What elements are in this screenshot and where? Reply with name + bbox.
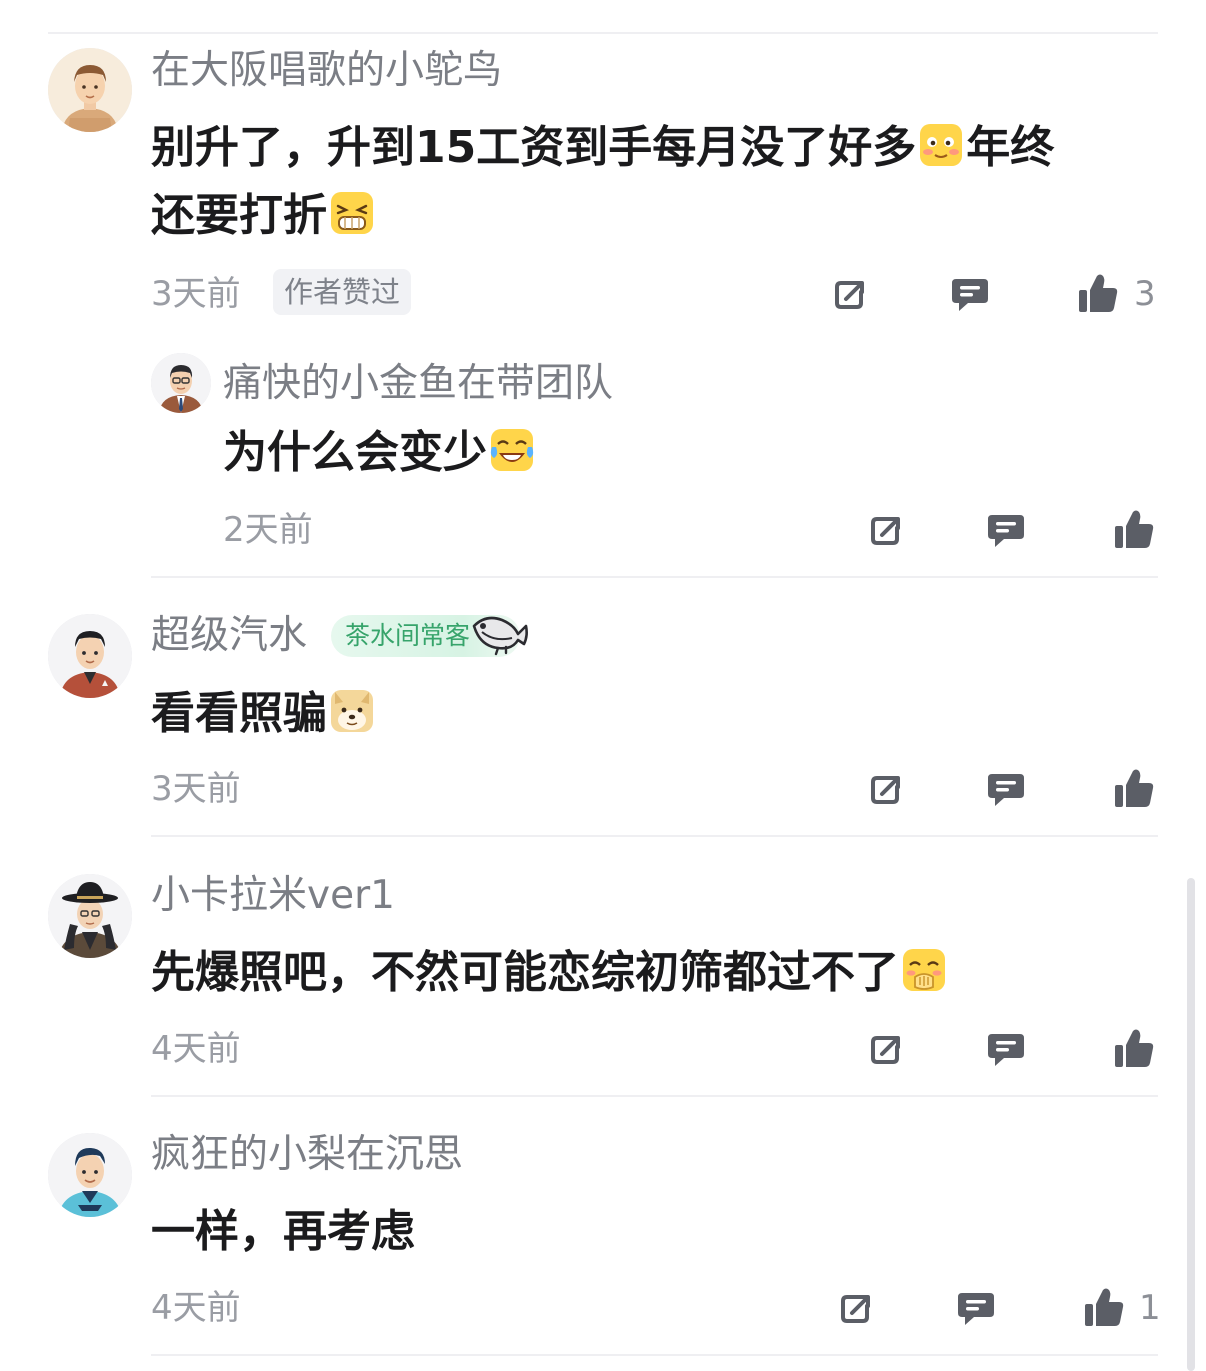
like-button[interactable] — [1082, 1286, 1126, 1330]
comment-time: 3天前 — [151, 274, 241, 314]
reply-button[interactable] — [954, 1286, 998, 1330]
share-button[interactable] — [864, 508, 908, 552]
like-count: 1 — [1139, 1288, 1161, 1328]
like-button[interactable] — [1076, 272, 1120, 316]
comment-text: 一样，再考虑 — [151, 1206, 415, 1257]
comment-text: 看看照骗 — [151, 680, 377, 748]
divider — [48, 32, 1158, 34]
comment-icon — [952, 279, 988, 311]
comment-time: 2天前 — [223, 510, 313, 550]
thumbs-up-icon — [1115, 1029, 1154, 1067]
fish-icon — [472, 616, 528, 656]
divider — [151, 1095, 1158, 1097]
scrollbar[interactable] — [1187, 878, 1195, 1371]
comment-icon — [988, 515, 1024, 547]
comment-text-part: 先爆照吧，不然可能恋综初筛都过不了 — [151, 947, 899, 998]
author-liked-badge: 作者赞过 — [273, 269, 412, 315]
like-button[interactable] — [1112, 767, 1156, 811]
hand-over-mouth-emoji — [901, 947, 947, 993]
like-button[interactable] — [1112, 1027, 1156, 1071]
comment-text: 先爆照吧，不然可能恋综初筛都过不了 — [151, 939, 949, 1007]
comment-text-part: 别升了，升到15工资到手每月没了好多 — [151, 122, 917, 173]
like-button[interactable] — [1112, 508, 1156, 552]
thumbs-up-icon — [1085, 1288, 1124, 1326]
share-button[interactable] — [834, 1286, 878, 1330]
divider — [151, 1354, 1158, 1356]
avatar[interactable] — [151, 353, 211, 413]
comment-time: 4天前 — [151, 1029, 241, 1069]
share-icon — [871, 517, 900, 545]
doge-emoji — [329, 688, 375, 734]
thumbs-up-icon — [1115, 510, 1154, 548]
share-button[interactable] — [864, 1027, 908, 1071]
share-icon — [871, 776, 900, 804]
share-icon — [841, 1295, 870, 1323]
comment-icon — [988, 1034, 1024, 1066]
username[interactable]: 超级汽水 — [151, 612, 307, 660]
comment-list: 在大阪唱歌的小鸵鸟 别升了，升到15工资到手每月没了好多 年终 还要打折 3天前… — [0, 0, 1206, 1371]
comment-text: 为什么会变少 — [223, 419, 537, 487]
comment-text: 别升了，升到15工资到手每月没了好多 年终 — [151, 114, 1054, 182]
reply-button[interactable] — [948, 272, 992, 316]
divider — [151, 835, 1158, 837]
comment-icon — [958, 1293, 994, 1325]
comment-text: 还要打折 — [151, 182, 377, 250]
avatar[interactable] — [48, 48, 132, 132]
avatar[interactable] — [48, 614, 132, 698]
share-icon — [871, 1036, 900, 1064]
reply-button[interactable] — [984, 1027, 1028, 1071]
divider — [151, 576, 1158, 578]
shy-face-emoji — [918, 122, 964, 168]
comment-text-part: 年终 — [966, 122, 1055, 173]
comment-text-part: 还要打折 — [151, 190, 327, 241]
comment-time: 3天前 — [151, 769, 241, 809]
like-count: 3 — [1134, 274, 1156, 314]
comment-text-part: 看看照骗 — [151, 688, 327, 739]
share-button[interactable] — [828, 272, 872, 316]
username[interactable]: 小卡拉米ver1 — [151, 872, 395, 920]
comment-text-part: 为什么会变少 — [223, 427, 487, 478]
share-icon — [835, 281, 864, 309]
thumbs-up-icon — [1079, 274, 1118, 312]
thumbs-up-icon — [1115, 769, 1154, 807]
share-button[interactable] — [864, 767, 908, 811]
avatar[interactable] — [48, 1133, 132, 1217]
reply-button[interactable] — [984, 508, 1028, 552]
comment-icon — [988, 774, 1024, 806]
username[interactable]: 在大阪唱歌的小鸵鸟 — [151, 47, 502, 95]
username[interactable]: 疯狂的小梨在沉思 — [151, 1131, 463, 1179]
username[interactable]: 痛快的小金鱼在带团队 — [223, 360, 613, 408]
grin-squint-emoji — [329, 190, 375, 236]
reply-button[interactable] — [984, 767, 1028, 811]
comment-time: 4天前 — [151, 1288, 241, 1328]
avatar[interactable] — [48, 874, 132, 958]
tears-of-joy-emoji — [489, 427, 535, 473]
